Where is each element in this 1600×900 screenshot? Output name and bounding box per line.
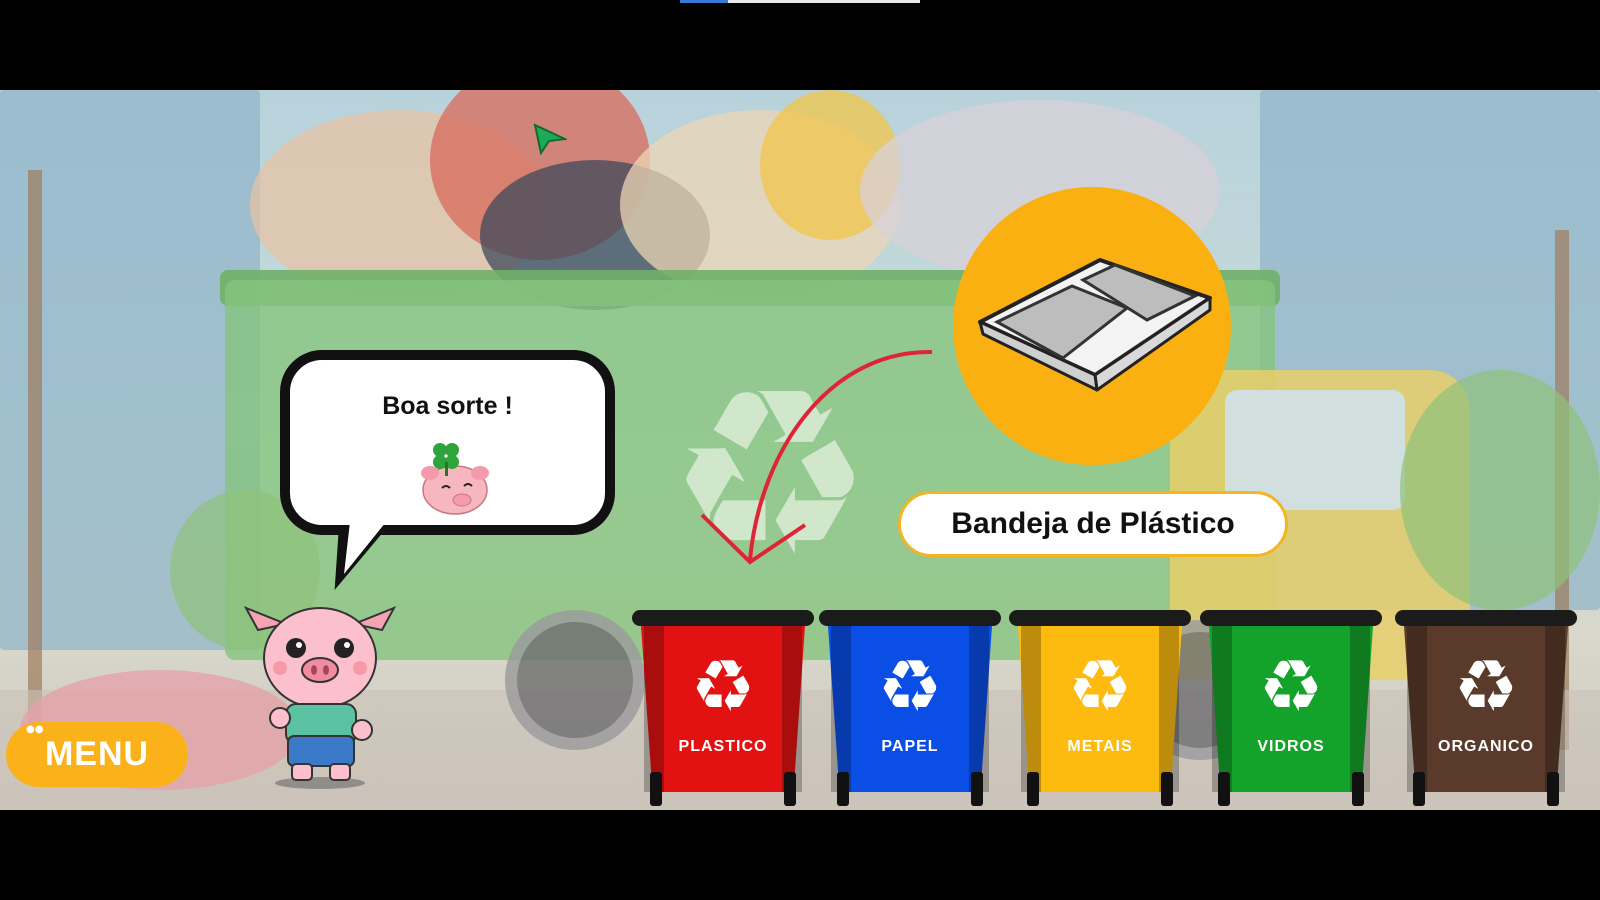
bin-wheel [971, 772, 983, 806]
speech-bubble: Boa sorte ! [280, 350, 615, 535]
hint-arrow-icon [700, 349, 933, 565]
bin-lid [1395, 610, 1577, 626]
bin-label: PAPEL [881, 738, 939, 755]
progress-bar-fill [680, 0, 728, 3]
recycle-icon: ♻ [877, 644, 943, 728]
recycle-icon: ♻ [1067, 644, 1133, 728]
top-letterbox [0, 0, 1600, 90]
menu-decoration: ●● [26, 724, 44, 735]
bin-wheel [837, 772, 849, 806]
bin-lid [1200, 610, 1382, 626]
lucky-pig-icon [421, 443, 489, 515]
speech-text: Boa sorte ! [382, 392, 513, 420]
bin-wheel [1218, 772, 1230, 806]
progress-bar [680, 0, 920, 3]
bin-wheel [1547, 772, 1559, 806]
pig-character [243, 606, 397, 789]
bin-label: ORGANICO [1438, 738, 1534, 755]
bin-vidros[interactable]: ♻ VIDROS [1200, 610, 1382, 806]
bin-organico[interactable]: ♻ ORGANICO [1395, 610, 1577, 806]
bin-metais[interactable]: ♻ METAIS [1009, 610, 1191, 806]
bin-wheel [784, 772, 796, 806]
bin-label: VIDROS [1257, 738, 1325, 755]
bin-plastico[interactable]: ♻ PLASTICO [632, 610, 814, 806]
bottom-letterbox [0, 810, 1600, 900]
background-tree [1400, 370, 1600, 610]
bin-lid [819, 610, 1001, 626]
bin-wheel [1027, 772, 1039, 806]
bin-lid [632, 610, 814, 626]
mouse-cursor-icon [533, 123, 567, 156]
bin-lid [1009, 610, 1191, 626]
plastic-tray-icon[interactable] [975, 250, 1215, 400]
utility-pole [28, 170, 42, 730]
bin-label: PLASTICO [678, 738, 768, 755]
bin-wheel [1352, 772, 1364, 806]
truck-wheel [505, 610, 645, 750]
bin-wheel [1161, 772, 1173, 806]
recycle-icon: ♻ [1453, 644, 1519, 728]
bin-wheel [1413, 772, 1425, 806]
bin-label: METAIS [1067, 738, 1133, 755]
recycle-icon: ♻ [1258, 644, 1324, 728]
bin-papel[interactable]: ♻ PAPEL [819, 610, 1001, 806]
bin-wheel [650, 772, 662, 806]
recycle-icon: ♻ [690, 644, 756, 728]
item-name-label: Bandeja de Plástico [898, 491, 1288, 557]
